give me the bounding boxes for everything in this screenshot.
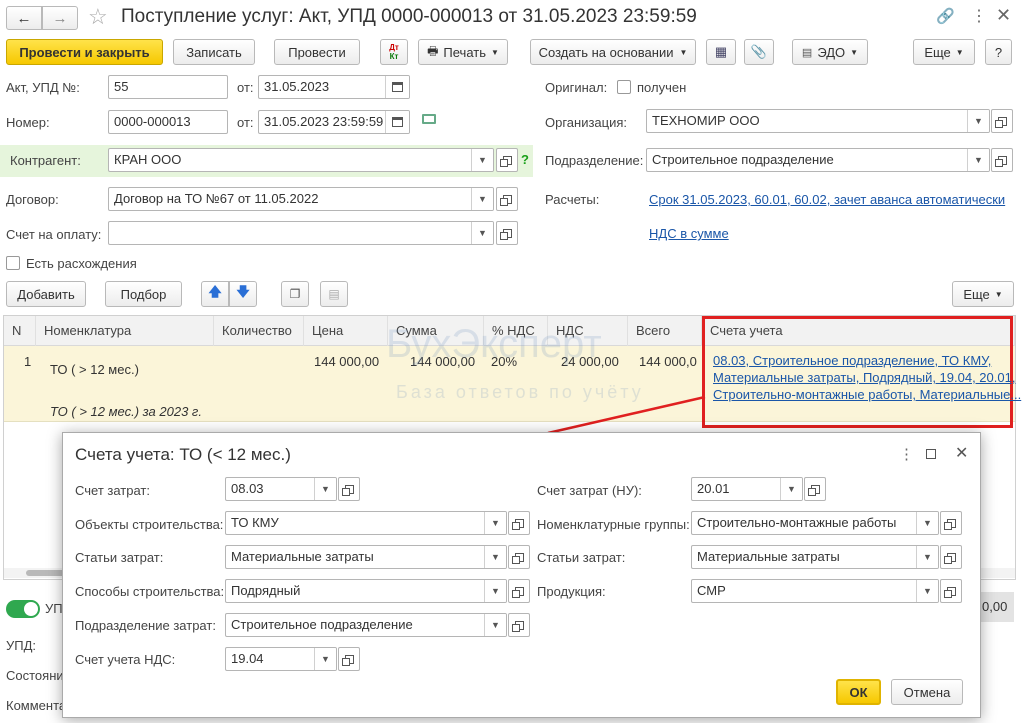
open-icon xyxy=(943,552,956,564)
dialog-more-icon[interactable]: ⋮ xyxy=(899,445,914,463)
cost-account-nu-input[interactable]: 20.01 ▼ xyxy=(691,477,803,501)
product-input[interactable]: СМР ▼ xyxy=(691,579,939,603)
cost-department-input[interactable]: Строительное подразделение ▼ xyxy=(225,613,507,637)
cancel-button[interactable]: Отмена xyxy=(891,679,963,705)
open-nomenclature-groups-button[interactable] xyxy=(940,511,962,535)
cost-account-label: Счет затрат: xyxy=(75,483,150,498)
open-icon xyxy=(341,484,354,496)
open-icon xyxy=(511,586,524,598)
vat-account-label: Счет учета НДС: xyxy=(75,652,176,667)
ok-button[interactable]: ОК xyxy=(836,679,881,705)
open-construction-method-button[interactable] xyxy=(508,579,530,603)
construction-method-input[interactable]: Подрядный ▼ xyxy=(225,579,507,603)
open-cost-department-button[interactable] xyxy=(508,613,530,637)
chevron-down-icon[interactable]: ▼ xyxy=(780,478,802,500)
construction-objects-label: Объекты строительства: xyxy=(75,517,224,532)
cost-account-input[interactable]: 08.03 ▼ xyxy=(225,477,337,501)
open-icon xyxy=(511,552,524,564)
open-icon xyxy=(943,586,956,598)
cost-items-label: Статьи затрат: xyxy=(75,550,164,565)
nomenclature-groups-input[interactable]: Строительно-монтажные работы ▼ xyxy=(691,511,939,535)
open-cost-items-nu-button[interactable] xyxy=(940,545,962,569)
chevron-down-icon[interactable]: ▼ xyxy=(484,546,506,568)
accounts-dialog: Счета учета: ТО (< 12 мес.) ⋮ ✕ Счет зат… xyxy=(62,432,981,718)
open-icon xyxy=(943,518,956,530)
open-construction-objects-button[interactable] xyxy=(508,511,530,535)
open-product-button[interactable] xyxy=(940,579,962,603)
chevron-down-icon[interactable]: ▼ xyxy=(916,546,938,568)
open-cost-items-button[interactable] xyxy=(508,545,530,569)
dialog-close-icon[interactable]: ✕ xyxy=(955,443,968,463)
cost-department-label: Подразделение затрат: xyxy=(75,618,216,633)
nomenclature-groups-label: Номенклатурные группы: xyxy=(537,517,690,532)
chevron-down-icon[interactable]: ▼ xyxy=(314,648,336,670)
open-icon xyxy=(511,620,524,632)
product-label: Продукция: xyxy=(537,584,606,599)
vat-account-input[interactable]: 19.04 ▼ xyxy=(225,647,337,671)
chevron-down-icon[interactable]: ▼ xyxy=(484,614,506,636)
open-vat-account-button[interactable] xyxy=(338,647,360,671)
construction-method-label: Способы строительства: xyxy=(75,584,225,599)
open-icon xyxy=(341,654,354,666)
chevron-down-icon[interactable]: ▼ xyxy=(314,478,336,500)
open-icon xyxy=(511,518,524,530)
dialog-title: Счета учета: ТО (< 12 мес.) xyxy=(75,445,291,464)
open-cost-account-nu-button[interactable] xyxy=(804,477,826,501)
cost-items-nu-input[interactable]: Материальные затраты ▼ xyxy=(691,545,939,569)
chevron-down-icon[interactable]: ▼ xyxy=(484,512,506,534)
open-cost-account-button[interactable] xyxy=(338,477,360,501)
cost-account-nu-label: Счет затрат (НУ): xyxy=(537,483,642,498)
chevron-down-icon[interactable]: ▼ xyxy=(916,512,938,534)
chevron-down-icon[interactable]: ▼ xyxy=(916,580,938,602)
cost-items-nu-label: Статьи затрат: xyxy=(537,550,626,565)
construction-objects-input[interactable]: ТО КМУ ▼ xyxy=(225,511,507,535)
cost-items-input[interactable]: Материальные затраты ▼ xyxy=(225,545,507,569)
open-icon xyxy=(807,484,820,496)
chevron-down-icon[interactable]: ▼ xyxy=(484,580,506,602)
dialog-maximize-icon[interactable] xyxy=(926,449,936,459)
